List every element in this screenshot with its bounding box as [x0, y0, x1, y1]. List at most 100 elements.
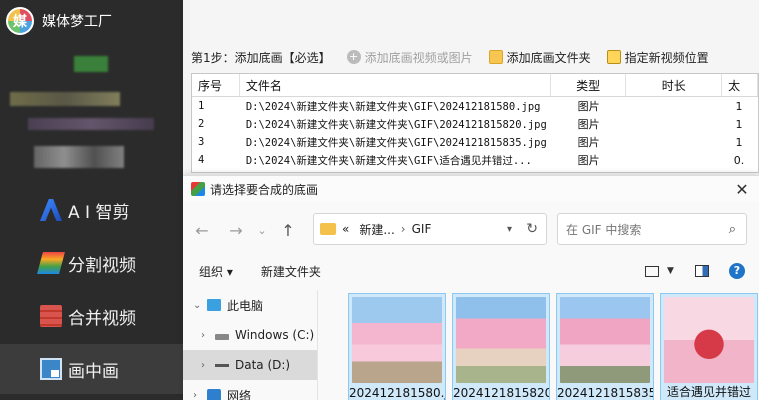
cell-type: 图片 — [577, 154, 600, 167]
file-tile[interactable]: 适合遇见并错过 — [660, 293, 758, 400]
table-row[interactable]: 4 D:\2024\新建文件夹\新建文件夹\GIF\适合遇见并错过... 图片 … — [192, 151, 758, 169]
table-row[interactable]: 3 D:\2024\新建文件夹\新建文件夹\GIF\2024121815835.… — [192, 133, 758, 151]
sidebar-item-pip[interactable]: 画中画 — [0, 344, 183, 394]
address-bar[interactable]: « 新建... › GIF ▾ ↻ — [313, 213, 547, 245]
cell-no: 4 — [198, 154, 205, 166]
pip-icon — [40, 358, 62, 380]
dialog-nav-row: ← → ⌄ ↑ « 新建... › GIF ▾ ↻ 在 GIF 中搜索 ⌕ — [183, 213, 759, 247]
file-tile[interactable]: 2024121815820 — [452, 293, 550, 400]
tree-label: Data (D:) — [235, 358, 291, 372]
chevron-down-icon[interactable]: ▾ — [507, 224, 512, 235]
address-overflow[interactable]: « — [342, 222, 349, 236]
dialog-command-bar: 组织 ▾ 新建文件夹 ▼ ? — [183, 260, 759, 282]
file-name: 202412181580.j — [349, 386, 445, 400]
plus-icon: + — [346, 50, 361, 64]
tree-item-data-d[interactable]: › Data (D:) — [183, 350, 317, 380]
merge-icon — [40, 305, 62, 327]
chevron-right-icon[interactable]: › — [201, 330, 215, 341]
cell-no: 3 — [198, 136, 205, 148]
close-button[interactable]: ✕ — [733, 180, 751, 199]
forward-arrow-icon[interactable]: → — [223, 221, 249, 240]
main-panel: 第1步：添加底画【必选】 + 添加底画视频或图片 添加底画文件夹 指定新视频位置… — [183, 0, 759, 400]
file-name: 2024121815835 — [557, 386, 653, 400]
up-arrow-icon[interactable]: ↑ — [275, 221, 301, 240]
preview-pane-icon[interactable] — [695, 265, 709, 277]
file-name: 适合遇见并错过 — [666, 385, 751, 399]
button-label: 添加底画文件夹 — [506, 50, 591, 65]
network-icon — [207, 389, 221, 400]
new-folder-button[interactable]: 新建文件夹 — [261, 263, 321, 280]
dialog-titlebar: 请选择要合成的底画 — [183, 176, 759, 202]
file-tile[interactable]: 202412181580.j — [348, 293, 446, 400]
cell-no: 1 — [198, 100, 205, 112]
sidebar-item-split-video[interactable]: 分割视频 — [0, 238, 183, 288]
file-name: 2024121815820 — [453, 386, 549, 400]
sidebar: 媒 媒体梦工厂 A I 智剪 分割视频 合并视频 画中画 — [0, 0, 183, 400]
sidebar-item-ai-edit[interactable]: A I 智剪 — [0, 185, 183, 235]
add-video-or-image-button[interactable]: + 添加底画视频或图片 — [346, 49, 473, 66]
tree-item-network[interactable]: › 网络 — [183, 380, 317, 400]
table-row[interactable]: 2 D:\2024\新建文件夹\新建文件夹\GIF\2024121815820.… — [192, 115, 758, 133]
step-label: 第1步：添加底画【必选】 — [191, 50, 331, 65]
set-position-button[interactable]: 指定新视频位置 — [606, 49, 709, 66]
cell-type: 图片 — [577, 118, 600, 131]
recent-chevron-icon[interactable]: ⌄ — [249, 224, 275, 237]
blurred-region — [74, 56, 108, 72]
brand-logo: 媒 — [6, 7, 34, 35]
column-header[interactable]: 类型 — [551, 74, 627, 96]
refresh-icon[interactable]: ↻ — [526, 221, 538, 237]
dialog-title: 请选择要合成的底画 — [210, 182, 319, 197]
organize-menu[interactable]: 组织 ▾ — [199, 263, 233, 280]
sidebar-item-label: A I 智剪 — [68, 202, 130, 223]
cell-file: D:\2024\新建文件夹\新建文件夹\GIF\202412181580.jpg — [245, 100, 541, 113]
cell-type: 图片 — [577, 136, 600, 149]
split-icon — [37, 252, 65, 274]
cell-type: 图片 — [577, 100, 600, 113]
file-tile[interactable]: 2024121815835 — [556, 293, 654, 400]
computer-icon — [207, 299, 221, 311]
blurred-region — [34, 146, 124, 168]
tree-item-this-pc[interactable]: ⌄ 此电脑 — [183, 290, 317, 320]
breadcrumb-item[interactable]: 新建... — [359, 221, 394, 238]
step-toolbar: 第1步：添加底画【必选】 + 添加底画视频或图片 添加底画文件夹 指定新视频位置 — [183, 44, 759, 70]
cell-file: D:\2024\新建文件夹\新建文件夹\GIF\适合遇见并错过... — [245, 154, 532, 167]
chevron-down-icon[interactable]: ▼ — [667, 266, 674, 276]
chevron-down-icon[interactable]: ⌄ — [193, 300, 207, 311]
cell-extra: 1 — [735, 117, 743, 131]
folder-add-icon — [488, 50, 503, 64]
tree-item-windows-c[interactable]: › Windows (C:) — [183, 320, 317, 350]
back-arrow-icon[interactable]: ← — [189, 221, 215, 240]
tree-label: Windows (C:) — [235, 328, 315, 342]
add-folder-button[interactable]: 添加底画文件夹 — [488, 49, 591, 66]
breadcrumb-item[interactable]: GIF — [412, 222, 432, 236]
table-row[interactable]: 1 D:\2024\新建文件夹\新建文件夹\GIF\202412181580.j… — [192, 97, 758, 115]
table-header: 序号 文件名 类型 时长 太 — [192, 74, 758, 97]
search-icon: ⌕ — [728, 221, 736, 237]
button-label: 添加底画视频或图片 — [364, 50, 473, 65]
image-thumbnail — [664, 297, 754, 383]
column-header[interactable]: 时长 — [626, 74, 723, 96]
nav-tree: ⌄ 此电脑 › Windows (C:) › Data (D:) › 网络 — [183, 290, 317, 400]
chevron-right-icon[interactable]: › — [201, 360, 215, 371]
cell-extra: 1 — [735, 135, 743, 149]
column-header[interactable]: 太 — [722, 74, 758, 96]
brand-name: 媒体梦工厂 — [42, 14, 112, 30]
blurred-region — [10, 92, 120, 106]
image-thumbnail — [560, 297, 650, 383]
search-input[interactable]: 在 GIF 中搜索 ⌕ — [557, 213, 747, 245]
column-header[interactable]: 文件名 — [240, 74, 551, 96]
position-icon — [606, 50, 621, 64]
chevron-right-icon[interactable]: › — [193, 390, 207, 400]
pane-divider[interactable] — [317, 290, 318, 400]
app-icon — [191, 182, 205, 196]
cell-extra: 0. — [733, 153, 745, 167]
tree-label: 此电脑 — [227, 298, 264, 313]
cell-file: D:\2024\新建文件夹\新建文件夹\GIF\2024121815835.jp… — [245, 136, 547, 149]
view-mode-icon[interactable] — [645, 265, 659, 277]
help-icon[interactable]: ? — [729, 263, 745, 279]
drive-icon — [215, 333, 229, 340]
column-header[interactable]: 序号 — [192, 74, 240, 96]
search-placeholder: 在 GIF 中搜索 — [566, 222, 642, 237]
sidebar-item-merge-video[interactable]: 合并视频 — [0, 291, 183, 341]
file-grid: 202412181580.j 2024121815820 20241218158… — [348, 293, 759, 400]
